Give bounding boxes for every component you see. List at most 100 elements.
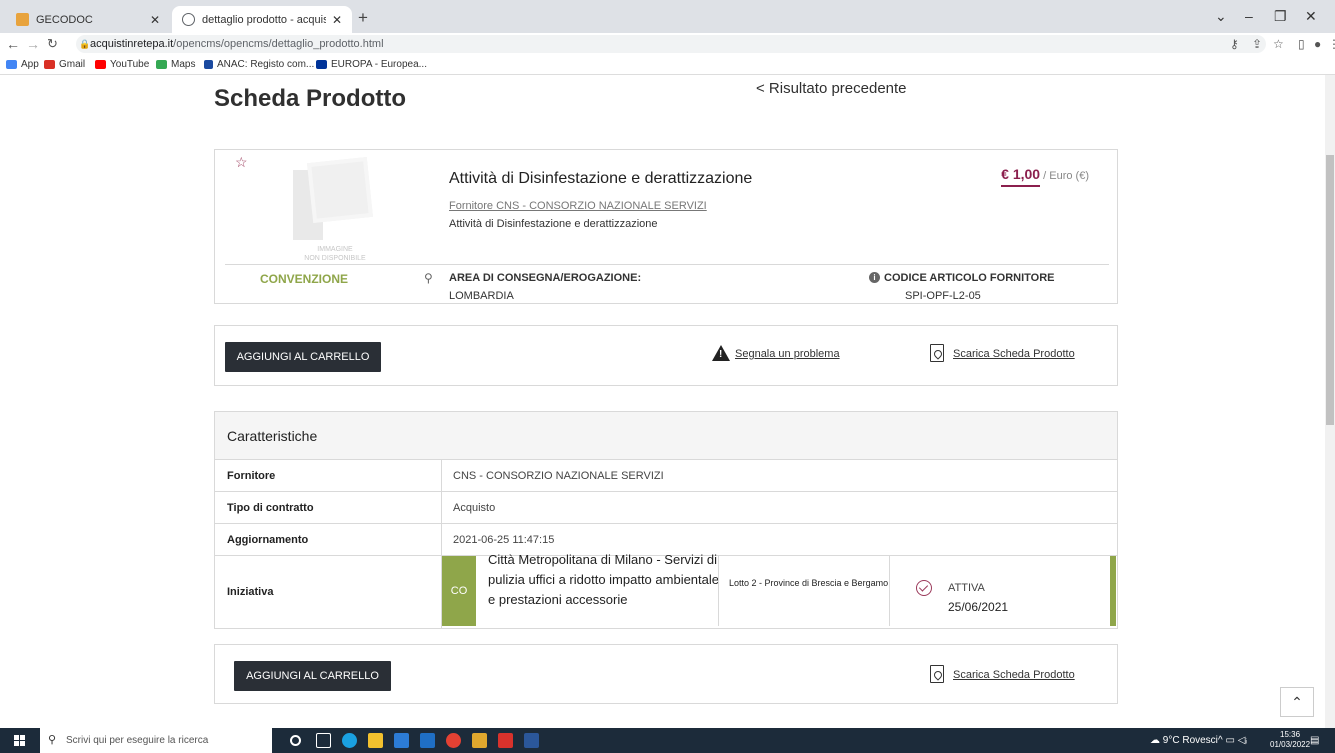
scrollbar[interactable] bbox=[1325, 75, 1335, 728]
share-icon[interactable]: ⇪ bbox=[1252, 37, 1262, 51]
favorite-star-icon[interactable]: ☆ bbox=[235, 154, 248, 171]
close-tab-icon[interactable]: ✕ bbox=[150, 13, 160, 27]
apps-grid-icon bbox=[6, 60, 17, 69]
tab-title: dettaglio prodotto - acquistinret bbox=[202, 13, 326, 26]
page-title: Scheda Prodotto bbox=[214, 85, 407, 112]
product-title: Attività di Disinfestazione e derattizza… bbox=[449, 170, 753, 187]
chrome-icon[interactable] bbox=[446, 733, 461, 748]
taskbar-search-input[interactable]: ⚲ Scrivi qui per eseguire la ricerca bbox=[40, 728, 272, 753]
check-circle-icon bbox=[916, 580, 932, 596]
windows-taskbar: ⚲ Scrivi qui per eseguire la ricerca ☁ 9… bbox=[0, 728, 1335, 753]
download-sheet-link-bottom[interactable]: Scarica Scheda Prodotto bbox=[953, 669, 1075, 681]
delivery-area-label: AREA DI CONSEGNA/EROGAZIONE: bbox=[449, 272, 642, 284]
forward-icon[interactable]: → bbox=[26, 36, 40, 52]
bookmark-anac[interactable]: ANAC: Registo com... bbox=[204, 59, 314, 70]
sidebar-icon[interactable]: ▯ bbox=[1298, 37, 1305, 51]
task-view-icon[interactable] bbox=[316, 733, 331, 748]
bookmarks-bar: App Gmail YouTube Maps ANAC: Registo com… bbox=[0, 55, 1335, 75]
placeholder-photo-icon bbox=[307, 157, 373, 223]
tab-gecodoc[interactable]: GECODOC ✕ bbox=[6, 6, 170, 33]
pdf-icon bbox=[930, 665, 944, 683]
acrobat-icon[interactable] bbox=[498, 733, 513, 748]
scrollbar-thumb[interactable] bbox=[1326, 155, 1334, 425]
notification-icon[interactable]: ▤ bbox=[1310, 735, 1319, 746]
bookmark-europa[interactable]: EUROPA - Europea... bbox=[316, 59, 427, 70]
initiative-row: Iniziativa CO Città Metropolitana di Mil… bbox=[215, 552, 1117, 628]
warning-icon: ! bbox=[712, 345, 730, 361]
pdf-icon bbox=[930, 344, 944, 362]
image-unavailable-text: IMMAGINE NON DISPONIBILE bbox=[304, 246, 366, 262]
minimize-icon[interactable]: – bbox=[1245, 8, 1253, 24]
globe-icon bbox=[182, 13, 195, 26]
supplier-code-value: SPI-OPF-L2-05 bbox=[905, 290, 981, 302]
close-window-icon[interactable]: ✕ bbox=[1305, 8, 1317, 25]
url-domain: acquistinretepa.it bbox=[90, 38, 174, 50]
add-to-cart-button-bottom[interactable]: AGGIUNGI AL CARRELLO bbox=[234, 661, 391, 691]
eu-flag-icon bbox=[316, 60, 327, 69]
add-to-cart-button[interactable]: AGGIUNGI AL CARRELLO bbox=[225, 342, 381, 372]
lock-icon: 🔒 bbox=[79, 39, 91, 49]
gecodoc-favicon-icon bbox=[16, 13, 29, 26]
image-placeholder: IMMAGINE NON DISPONIBILE bbox=[285, 155, 385, 262]
supplier-link[interactable]: Fornitore CNS - CONSORZIO NAZIONALE SERV… bbox=[449, 200, 707, 212]
divider bbox=[225, 264, 1109, 265]
tab-title: GECODOC bbox=[36, 13, 93, 26]
file-explorer-icon[interactable] bbox=[368, 733, 383, 748]
page-content: Scheda Prodotto < Risultato precedente ☆… bbox=[0, 75, 1325, 728]
bookmark-star-icon[interactable]: ☆ bbox=[1273, 37, 1284, 51]
store-icon[interactable] bbox=[394, 733, 409, 748]
word-icon[interactable] bbox=[524, 733, 539, 748]
weather-widget[interactable]: ☁ 9°C Rovesci bbox=[1150, 735, 1218, 746]
price-unit: / Euro (€) bbox=[1040, 170, 1089, 182]
tab-search-icon[interactable]: ⌄ bbox=[1215, 8, 1227, 25]
gmail-icon bbox=[44, 60, 55, 69]
lot-label: Lotto 2 - Province di Brescia e Bergamo bbox=[718, 556, 890, 626]
cloud-icon: ☁ bbox=[1150, 735, 1163, 746]
address-bar-row: ← → ↻ 🔒 acquistinretepa.it/opencms/openc… bbox=[0, 33, 1335, 55]
youtube-icon bbox=[95, 60, 106, 69]
cortana-icon[interactable] bbox=[290, 735, 301, 746]
tab-dettaglio-prodotto[interactable]: dettaglio prodotto - acquistinret ✕ bbox=[172, 6, 352, 33]
bookmark-gmail[interactable]: Gmail bbox=[44, 59, 85, 70]
delivery-area-value: LOMBARDIA bbox=[449, 290, 514, 302]
close-tab-icon[interactable]: ✕ bbox=[332, 13, 342, 27]
previous-result-link[interactable]: < Risultato precedente bbox=[756, 80, 907, 97]
info-icon: i bbox=[869, 272, 880, 283]
bookmark-app[interactable]: App bbox=[6, 59, 39, 70]
report-problem-link[interactable]: Segnala un problema bbox=[735, 348, 840, 360]
tray-icons[interactable]: ^ ▭ ◁ᵢ bbox=[1218, 735, 1247, 746]
restore-icon[interactable]: ❐ bbox=[1274, 8, 1287, 25]
back-icon[interactable]: ← bbox=[6, 36, 20, 52]
bookmark-maps[interactable]: Maps bbox=[156, 59, 195, 70]
contract-type-label: CONVENZIONE bbox=[260, 272, 349, 286]
status-label: ATTIVA bbox=[948, 582, 985, 594]
initiative-box[interactable]: CO Città Metropolitana di Milano - Servi… bbox=[442, 552, 1116, 626]
bookmark-youtube[interactable]: YouTube bbox=[95, 59, 149, 70]
price-value: € 1,00 bbox=[1001, 166, 1041, 187]
back-to-top-button[interactable]: ⌃ bbox=[1280, 687, 1314, 717]
mail-icon[interactable] bbox=[420, 733, 435, 748]
key-icon[interactable]: ⚷ bbox=[1230, 37, 1239, 51]
table-row: Tipo di contratto Acquisto bbox=[215, 492, 1117, 524]
search-icon: ⚲ bbox=[48, 734, 57, 746]
reload-icon[interactable]: ↻ bbox=[47, 36, 58, 52]
new-tab-icon[interactable]: + bbox=[358, 9, 368, 26]
status-date: 25/06/2021 bbox=[948, 600, 1009, 614]
edge-icon[interactable] bbox=[342, 733, 357, 748]
profile-icon[interactable]: ● bbox=[1314, 37, 1321, 51]
windows-start-icon[interactable] bbox=[14, 735, 25, 746]
product-card: ☆ IMMAGINE NON DISPONIBILE Attività di D… bbox=[214, 149, 1118, 304]
actions-card: AGGIUNGI AL CARRELLO ! Segnala un proble… bbox=[214, 325, 1118, 386]
clock[interactable]: 15:36 01/03/2022 bbox=[1270, 730, 1310, 750]
table-row: Fornitore CNS - CONSORZIO NAZIONALE SERV… bbox=[215, 460, 1117, 492]
location-pin-icon: ⚲ bbox=[424, 271, 433, 285]
download-sheet-link[interactable]: Scarica Scheda Prodotto bbox=[953, 348, 1075, 360]
characteristics-header: Caratteristiche bbox=[215, 412, 1117, 460]
product-description: Attività di Disinfestazione e derattizza… bbox=[449, 218, 658, 230]
url-input[interactable]: 🔒 acquistinretepa.it/opencms/opencms/det… bbox=[76, 35, 1266, 53]
bottom-actions-card: AGGIUNGI AL CARRELLO Scarica Scheda Prod… bbox=[214, 644, 1118, 704]
menu-icon[interactable]: ⋮ bbox=[1328, 37, 1335, 51]
maps-icon bbox=[156, 60, 167, 69]
initiative-badge: CO bbox=[442, 556, 476, 626]
app-icon[interactable] bbox=[472, 733, 487, 748]
